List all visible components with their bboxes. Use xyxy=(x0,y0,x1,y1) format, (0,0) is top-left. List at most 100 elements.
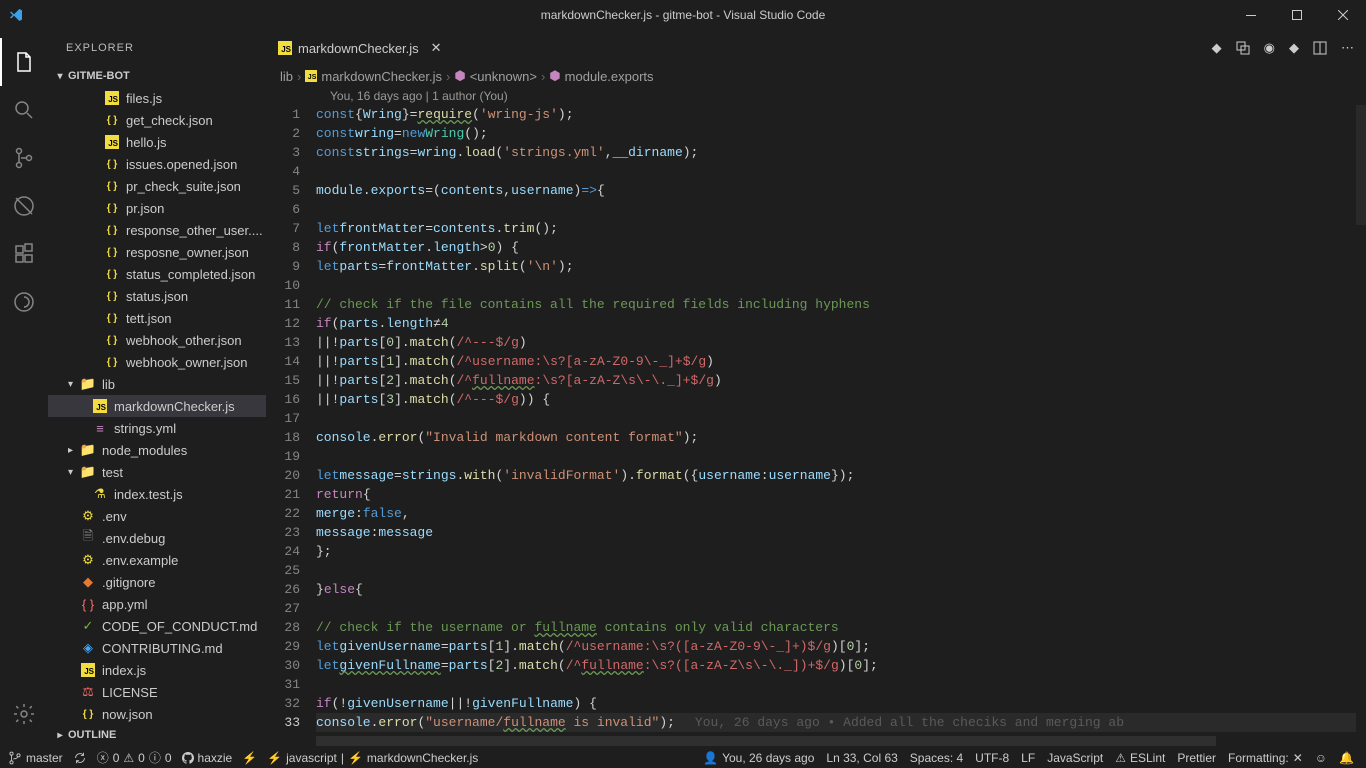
eol-status[interactable]: LF xyxy=(1021,751,1035,765)
editor-actions: ◆ ◉ ◆ ⋯ xyxy=(1212,30,1366,65)
vscode-logo-icon xyxy=(8,7,24,23)
file-item[interactable]: { }resposne_owner.json xyxy=(48,241,266,263)
file-item[interactable]: { }pr_check_suite.json xyxy=(48,175,266,197)
close-tab-icon[interactable]: ✕ xyxy=(431,40,442,56)
file-item[interactable]: 🗎.env.debug xyxy=(48,527,266,549)
activity-bar xyxy=(0,30,48,746)
close-button[interactable] xyxy=(1320,0,1366,30)
statusbar: master ⓧ0 ⚠0 ⓘ0 haxzie ⚡ ⚡ javascript | … xyxy=(0,746,1366,768)
editor-area: JS markdownChecker.js ✕ ◆ ◉ ◆ ⋯ lib › JS… xyxy=(266,30,1366,746)
window-title: markdownChecker.js - gitme-bot - Visual … xyxy=(541,8,826,22)
eslint-status[interactable]: ⚠ ESLint xyxy=(1115,751,1165,765)
minimap[interactable] xyxy=(1356,105,1366,736)
more-actions-icon[interactable]: ⋯ xyxy=(1341,40,1354,56)
bell-icon[interactable]: 🔔 xyxy=(1339,751,1354,765)
sync-status[interactable] xyxy=(73,751,87,765)
editor-action-icon[interactable]: ◆ xyxy=(1289,40,1299,56)
cursor-position-status[interactable]: Ln 33, Col 63 xyxy=(826,751,897,765)
feedback-icon[interactable]: ☺ xyxy=(1315,751,1327,765)
file-item[interactable]: ≡strings.yml xyxy=(48,417,266,439)
person-icon: 👤 xyxy=(703,751,718,765)
search-activity-icon[interactable] xyxy=(0,86,48,134)
editor-action-icon[interactable] xyxy=(1236,41,1250,55)
encoding-status[interactable]: UTF-8 xyxy=(975,751,1009,765)
line-numbers: 1234567891011121314151617181920212223242… xyxy=(266,105,316,736)
file-tree[interactable]: JSfiles.js{ }get_check.jsonJShello.js{ }… xyxy=(48,87,266,724)
js-icon: ⚡ xyxy=(348,751,363,765)
bolt-icon[interactable]: ⚡ xyxy=(242,751,257,765)
language-status[interactable]: JavaScript xyxy=(1047,751,1103,765)
sync-icon xyxy=(73,751,87,765)
chevron-right-icon: ▸ xyxy=(52,730,68,741)
js-file-icon: JS xyxy=(305,70,317,82)
file-item[interactable]: { }webhook_other.json xyxy=(48,329,266,351)
tab-bar: JS markdownChecker.js ✕ ◆ ◉ ◆ ⋯ xyxy=(266,30,1366,65)
folder-item[interactable]: ▾📁test xyxy=(48,461,266,483)
file-item[interactable]: ⚖LICENSE xyxy=(48,681,266,703)
maximize-button[interactable] xyxy=(1274,0,1320,30)
formatting-status[interactable]: Formatting: ✕ xyxy=(1228,751,1303,765)
tab-markdownchecker[interactable]: JS markdownChecker.js ✕ xyxy=(266,30,451,65)
sidebar: EXPLORER ▾ GITME-BOT JSfiles.js{ }get_ch… xyxy=(48,30,266,746)
live-share-activity-icon[interactable] xyxy=(0,278,48,326)
problems-status[interactable]: ⓧ0 ⚠0 ⓘ0 xyxy=(97,749,172,766)
folder-item[interactable]: ▾📁lib xyxy=(48,373,266,395)
warning-icon: ⚠ xyxy=(1115,751,1126,765)
branch-icon xyxy=(8,751,22,765)
github-icon xyxy=(182,752,194,764)
user-status[interactable]: haxzie xyxy=(182,751,233,765)
minimize-button[interactable] xyxy=(1228,0,1274,30)
file-item[interactable]: ⚙.env xyxy=(48,505,266,527)
warning-icon: ⚠ xyxy=(123,751,134,765)
horizontal-scrollbar[interactable] xyxy=(266,736,1366,746)
file-item[interactable]: { }status_completed.json xyxy=(48,263,266,285)
js-icon: ⚡ xyxy=(267,751,282,765)
file-item[interactable]: { }issues.opened.json xyxy=(48,153,266,175)
git-branch-status[interactable]: master xyxy=(8,751,63,765)
blame-status[interactable]: 👤 You, 26 days ago xyxy=(703,751,814,765)
folder-item[interactable]: ▸📁node_modules xyxy=(48,439,266,461)
explorer-activity-icon[interactable] xyxy=(0,38,48,86)
error-icon: ⓧ xyxy=(97,749,109,766)
file-item[interactable]: JShello.js xyxy=(48,131,266,153)
outline-header[interactable]: ▸ OUTLINE xyxy=(48,724,266,746)
project-header[interactable]: ▾ GITME-BOT xyxy=(48,65,266,87)
prettier-status[interactable]: Prettier xyxy=(1177,751,1216,765)
file-item[interactable]: { }get_check.json xyxy=(48,109,266,131)
file-item[interactable]: { }tett.json xyxy=(48,307,266,329)
file-item[interactable]: { }pr.json xyxy=(48,197,266,219)
file-item[interactable]: { }app.yml xyxy=(48,593,266,615)
x-icon: ✕ xyxy=(1293,751,1303,765)
file-item[interactable]: { }status.json xyxy=(48,285,266,307)
file-item[interactable]: JSmarkdownChecker.js xyxy=(48,395,266,417)
breadcrumbs[interactable]: lib › JS markdownChecker.js › ⬢ <unknown… xyxy=(266,65,1366,87)
editor-body[interactable]: 1234567891011121314151617181920212223242… xyxy=(266,105,1366,736)
file-item[interactable]: ⚗index.test.js xyxy=(48,483,266,505)
editor-action-icon[interactable]: ◆ xyxy=(1212,40,1222,56)
file-item[interactable]: JSfiles.js xyxy=(48,87,266,109)
file-context-status[interactable]: ⚡ javascript | ⚡ markdownChecker.js xyxy=(267,751,478,765)
indentation-status[interactable]: Spaces: 4 xyxy=(910,751,963,765)
editor-action-icon[interactable]: ◉ xyxy=(1264,40,1275,56)
code-content[interactable]: const { Wring } = require('wring-js');co… xyxy=(316,105,1366,736)
settings-gear-icon[interactable] xyxy=(0,690,48,738)
file-item[interactable]: ⚙.env.example xyxy=(48,549,266,571)
split-editor-icon[interactable] xyxy=(1313,41,1327,55)
chevron-down-icon: ▾ xyxy=(52,71,68,82)
file-item[interactable]: { }webhook_owner.json xyxy=(48,351,266,373)
sidebar-title: EXPLORER xyxy=(48,30,266,65)
file-item[interactable]: ◆.gitignore xyxy=(48,571,266,593)
js-file-icon: JS xyxy=(278,41,292,55)
codelens[interactable]: You, 16 days ago | 1 author (You) xyxy=(266,87,1366,105)
file-item[interactable]: ✓CODE_OF_CONDUCT.md xyxy=(48,615,266,637)
scm-activity-icon[interactable] xyxy=(0,134,48,182)
file-item[interactable]: ◈CONTRIBUTING.md xyxy=(48,637,266,659)
debug-activity-icon[interactable] xyxy=(0,182,48,230)
symbol-icon: ⬢ xyxy=(549,68,560,84)
info-icon: ⓘ xyxy=(149,749,161,766)
file-item[interactable]: { }response_other_user.... xyxy=(48,219,266,241)
symbol-icon: ⬢ xyxy=(454,68,465,84)
file-item[interactable]: JSindex.js xyxy=(48,659,266,681)
extensions-activity-icon[interactable] xyxy=(0,230,48,278)
file-item[interactable]: { }now.json xyxy=(48,703,266,724)
